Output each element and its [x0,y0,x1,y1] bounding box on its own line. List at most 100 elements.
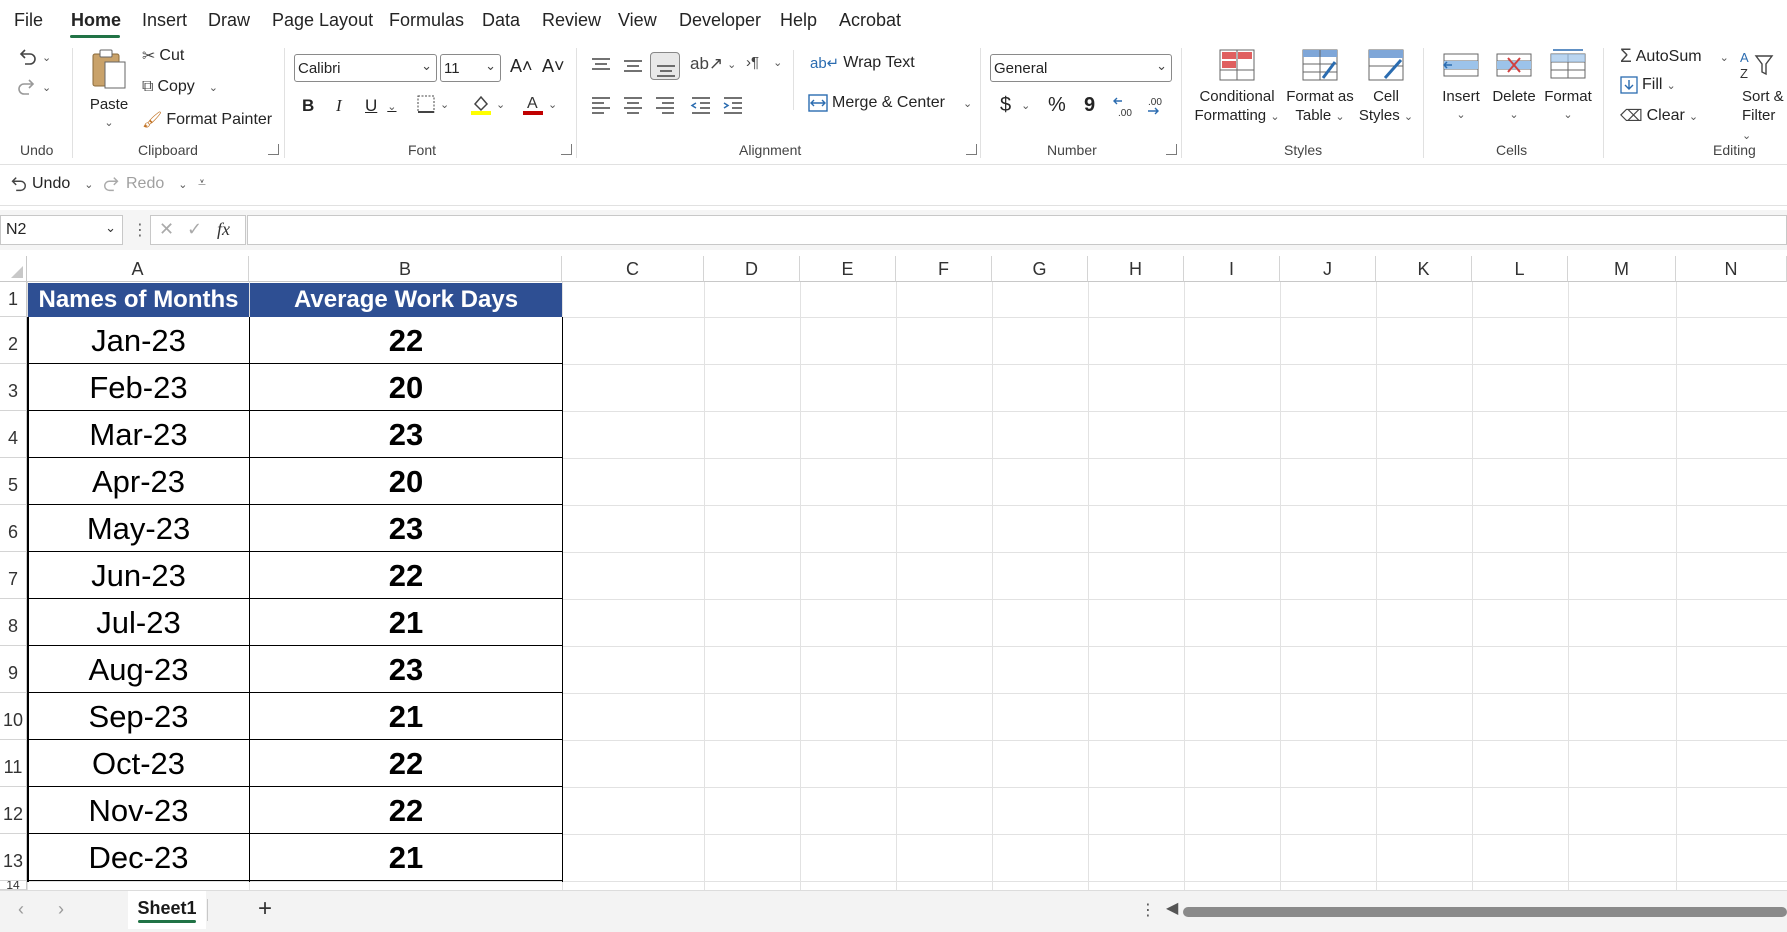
clipboard-launcher-icon[interactable] [268,144,279,155]
table-cell-days[interactable]: 22 [250,317,562,364]
add-sheet-button[interactable]: + [258,895,272,923]
font-size-select[interactable]: 11 ⌄ [440,54,501,82]
table-cell-month[interactable]: May-23 [28,505,249,552]
font-launcher-icon[interactable] [561,144,572,155]
row-header[interactable]: 8 [0,599,27,646]
tab-insert[interactable]: Insert [142,10,187,31]
table-cell-days[interactable]: 22 [250,740,562,787]
align-middle-icon[interactable] [622,56,644,74]
table-cell-days[interactable]: 22 [250,552,562,599]
format-painter-button[interactable]: 🖌 Format Painter [142,110,272,130]
formula-input[interactable] [247,215,1787,245]
align-bottom-button[interactable] [650,52,680,80]
tab-file[interactable]: File [14,10,43,31]
sort-filter-button[interactable]: AZ Sort & Filter ⌄ [1736,48,1787,146]
number-launcher-icon[interactable] [1166,144,1177,155]
align-top-icon[interactable] [590,56,612,74]
column-header-k[interactable]: K [1376,256,1472,282]
column-header-b[interactable]: B [249,256,562,282]
fill-color-button[interactable]: ⌄ [470,92,505,116]
table-cell-month[interactable]: Apr-23 [28,458,249,505]
next-sheet-icon[interactable]: › [58,899,64,920]
clear-button[interactable]: ⌫ Clear ⌄ [1620,106,1698,126]
table-cell-month[interactable]: Oct-23 [28,740,249,787]
column-header-n[interactable]: N [1676,256,1787,282]
merge-center-button[interactable]: Merge & Center ⌄ [808,94,972,112]
table-cell-month[interactable]: Jul-23 [28,599,249,646]
table-cell-days[interactable]: 20 [250,364,562,411]
underline-button[interactable]: U ⌄ [365,96,397,116]
formula-bar-grip-icon[interactable]: ⋮ [132,220,148,240]
align-right-icon[interactable] [654,96,676,114]
autosum-button[interactable]: Σ AutoSum ⌄ [1620,46,1729,68]
row-header[interactable]: 9 [0,646,27,693]
cancel-entry-icon[interactable]: ✕ [159,219,174,240]
table-cell-month[interactable]: Jun-23 [28,552,249,599]
text-direction-button[interactable]: ›¶ ⌄ [746,54,782,71]
tab-split-grip-icon[interactable]: ⋮ [1140,900,1156,920]
number-format-select[interactable]: General ⌄ [990,54,1172,82]
delete-cells-button[interactable]: Delete ⌄ [1488,48,1540,125]
tab-draw[interactable]: Draw [208,10,250,31]
column-header-j[interactable]: J [1280,256,1376,282]
column-header-h[interactable]: H [1088,256,1184,282]
format-as-table-button[interactable]: Format as Table ⌄ [1284,48,1356,127]
table-cell-month[interactable]: Aug-23 [28,646,249,693]
column-header-f[interactable]: F [896,256,992,282]
table-cell-days[interactable]: 20 [250,458,562,505]
paste-button[interactable]: Paste ⌄ [88,48,130,133]
confirm-entry-icon[interactable]: ✓ [187,219,202,240]
percent-button[interactable]: % [1048,94,1066,117]
qat-redo-button[interactable]: Redo ⌄ [102,174,187,194]
table-cell-days[interactable]: 21 [250,834,562,881]
table-header-work-days[interactable]: Average Work Days [250,283,562,317]
table-cell-month[interactable]: Mar-23 [28,411,249,458]
copy-button[interactable]: ⧉ Copy ⌄ [142,78,218,96]
tab-acrobat[interactable]: Acrobat [839,10,901,31]
row-header[interactable]: 4 [0,411,27,458]
shrink-font-button[interactable]: A˅ [542,56,565,77]
qat-undo-button[interactable]: Undo ⌄ [8,174,93,194]
redo-ribbon-button[interactable]: ⌄ [16,76,51,98]
table-cell-month[interactable]: Dec-23 [28,834,249,881]
row-header[interactable]: 1 [0,282,27,317]
table-cell-days[interactable]: 22 [250,787,562,834]
select-all-button[interactable] [0,256,27,282]
conditional-formatting-button[interactable]: Conditional Formatting ⌄ [1192,48,1282,127]
column-header-m[interactable]: M [1568,256,1676,282]
table-cell-month[interactable]: Sep-23 [28,693,249,740]
align-center-icon[interactable] [622,96,644,114]
row-header[interactable]: 7 [0,552,27,599]
column-header-i[interactable]: I [1184,256,1280,282]
table-cell-month[interactable]: Jan-23 [28,317,249,364]
scroll-left-icon[interactable]: ◀ [1166,898,1178,918]
row-header[interactable]: 12 [0,787,27,834]
tab-formulas[interactable]: Formulas [389,10,464,31]
row-header[interactable]: 3 [0,364,27,411]
decrease-decimal-icon[interactable]: .00 [1144,96,1168,118]
grow-font-button[interactable]: A˄ [510,56,533,77]
borders-button[interactable]: ⌄ [416,94,449,114]
tab-data[interactable]: Data [482,10,520,31]
font-color-button[interactable]: A ⌄ [522,92,557,116]
table-cell-month[interactable]: Feb-23 [28,364,249,411]
table-cell-days[interactable]: 21 [250,599,562,646]
font-family-select[interactable]: Calibri ⌄ [294,54,437,82]
italic-button[interactable]: I [336,96,342,116]
table-cell-days[interactable]: 23 [250,411,562,458]
insert-cells-button[interactable]: Insert ⌄ [1436,48,1486,125]
orientation-button[interactable]: ab↗ ⌄ [690,54,736,74]
tab-review[interactable]: Review [542,10,601,31]
format-cells-button[interactable]: Format ⌄ [1542,48,1594,125]
row-header[interactable]: 11 [0,740,27,787]
table-cell-month[interactable]: Nov-23 [28,787,249,834]
decrease-indent-icon[interactable] [690,96,712,114]
currency-button[interactable]: $ ⌄ [1000,94,1030,117]
row-header[interactable]: 5 [0,458,27,505]
row-header[interactable]: 13 [0,834,27,881]
tab-home[interactable]: Home [71,10,121,31]
table-cell-days[interactable]: 21 [250,693,562,740]
bold-button[interactable]: B [302,96,314,116]
align-left-icon[interactable] [590,96,612,114]
prev-sheet-icon[interactable]: ‹ [18,899,24,920]
